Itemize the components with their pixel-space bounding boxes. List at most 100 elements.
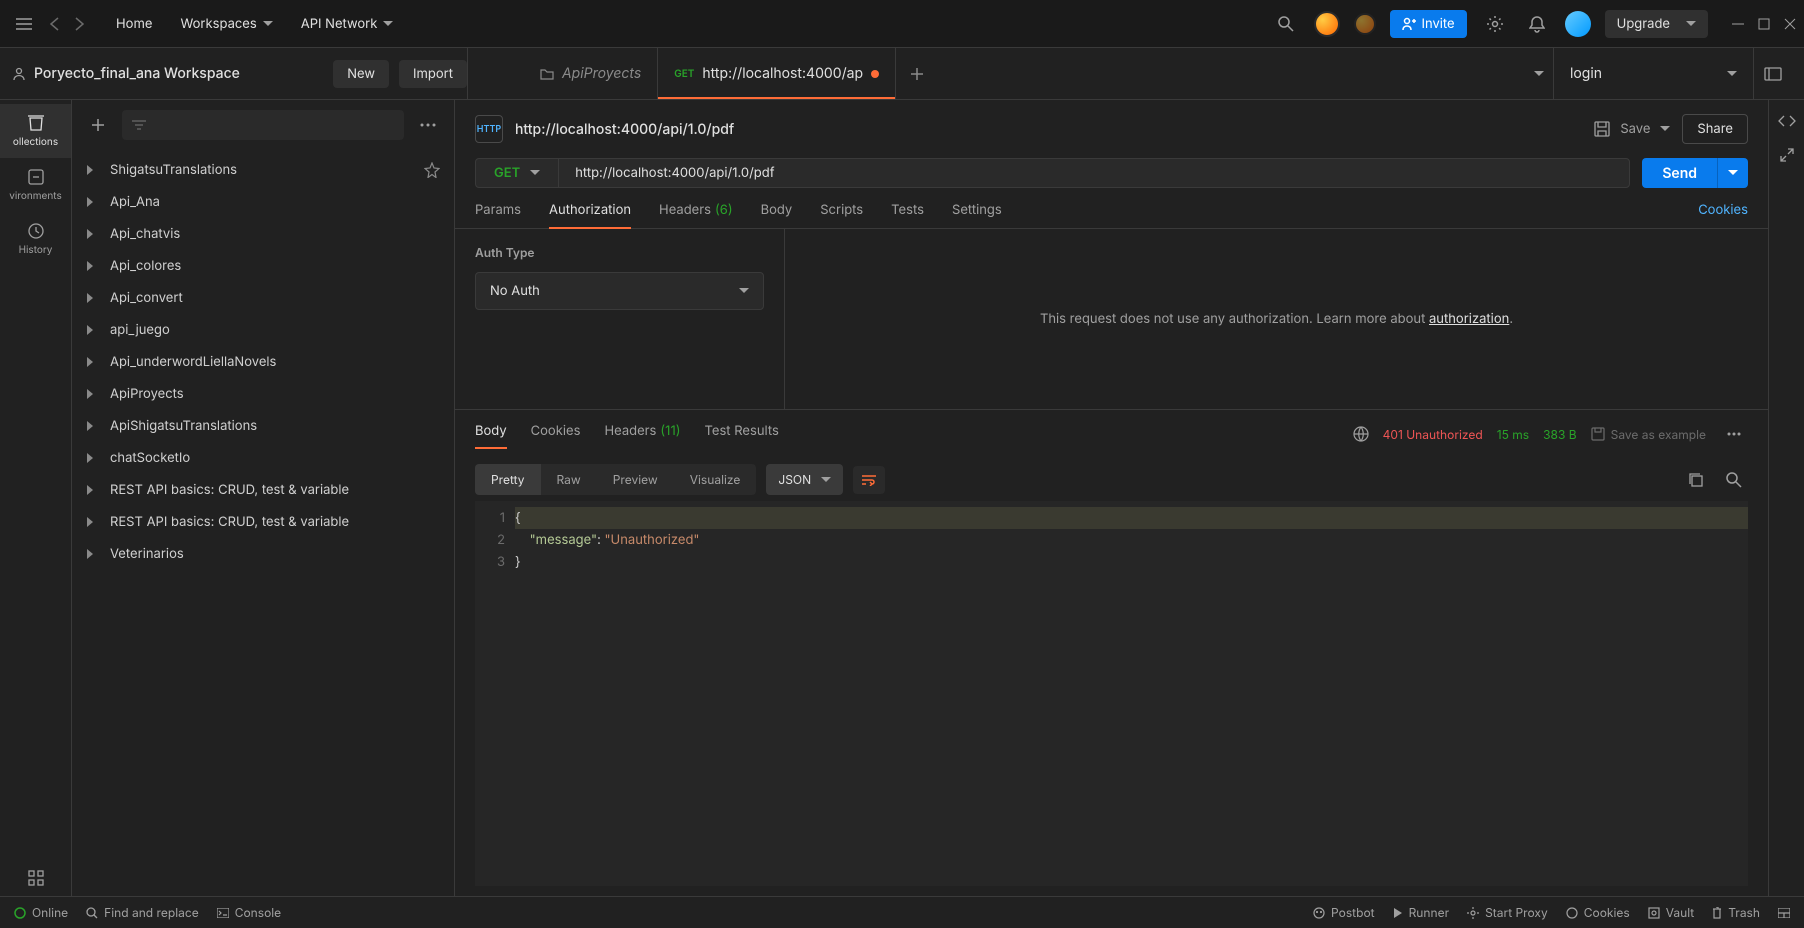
nav-home[interactable]: Home [108, 10, 160, 38]
team-avatar-icon[interactable] [1314, 11, 1340, 37]
sidebar-item-veterinarios[interactable]: Veterinarios [72, 538, 454, 570]
response-body-viewer[interactable]: 123 { "message": "Unauthorized" } [475, 501, 1748, 886]
footer-vault[interactable]: Vault [1648, 905, 1695, 920]
footer-trash[interactable]: Trash [1712, 905, 1760, 920]
resp-tab-cookies[interactable]: Cookies [531, 423, 581, 445]
invite-button[interactable]: Invite [1390, 10, 1467, 38]
nav-api-network[interactable]: API Network [293, 10, 402, 38]
import-button[interactable]: Import [399, 60, 467, 88]
upgrade-button[interactable]: Upgrade [1605, 10, 1708, 38]
auth-learn-link[interactable]: authorization [1429, 311, 1509, 327]
resp-tab-headers[interactable]: Headers(11) [604, 423, 680, 445]
sidebar-item-chatsocket[interactable]: chatSocketIo [72, 442, 454, 474]
add-collection-button[interactable] [84, 111, 112, 139]
maximize-icon[interactable] [1758, 18, 1770, 30]
resp-tab-tests[interactable]: Test Results [704, 423, 778, 445]
add-tab-button[interactable] [896, 67, 938, 81]
menu-icon[interactable] [8, 18, 40, 30]
line-gutter: 123 [475, 501, 515, 886]
forward-arrow-icon[interactable] [72, 17, 88, 31]
tab-apiproyects[interactable]: ApiProyects [524, 48, 658, 99]
view-preview[interactable]: Preview [597, 464, 674, 495]
share-button[interactable]: Share [1682, 114, 1748, 144]
close-icon[interactable] [1784, 18, 1796, 30]
search-response-icon[interactable] [1720, 466, 1748, 494]
view-visualize[interactable]: Visualize [674, 464, 757, 495]
star-icon[interactable] [424, 162, 440, 178]
response-more-icon[interactable] [1720, 420, 1748, 448]
save-example-button[interactable]: Save as example [1591, 427, 1706, 442]
footer-console[interactable]: Console [217, 905, 281, 920]
notification-icon[interactable] [1523, 10, 1551, 38]
unsaved-icon [871, 70, 879, 78]
footer-proxy[interactable]: Start Proxy [1467, 905, 1548, 920]
network-icon[interactable] [1353, 426, 1369, 442]
sidebar-item-label: Api_colores [110, 258, 181, 274]
footer-find[interactable]: Find and replace [86, 905, 199, 920]
sidebar-item-rest-2[interactable]: REST API basics: CRUD, test & variable [72, 506, 454, 538]
cookies-link[interactable]: Cookies [1698, 202, 1748, 228]
req-tab-headers[interactable]: Headers(6) [659, 202, 733, 228]
env-quicklook-icon[interactable] [1764, 67, 1782, 81]
sidebar-item-api-ana[interactable]: Api_Ana [72, 186, 454, 218]
view-raw[interactable]: Raw [541, 464, 597, 495]
footer-postbot[interactable]: Postbot [1313, 905, 1375, 920]
req-tab-params[interactable]: Params [475, 202, 521, 228]
footer-runner[interactable]: Runner [1393, 905, 1450, 920]
filter-input[interactable] [122, 110, 404, 140]
footer-online[interactable]: Online [14, 905, 68, 920]
rail-environments[interactable]: vironments [0, 158, 71, 212]
req-tab-tests[interactable]: Tests [891, 202, 924, 228]
nav-workspaces[interactable]: Workspaces [172, 10, 280, 38]
sidebar-item-api-underword[interactable]: Api_underwordLiellaNovels [72, 346, 454, 378]
more-icon[interactable] [414, 111, 442, 139]
sidebar-item-shigatsu[interactable]: ShigatsuTranslations [72, 154, 454, 186]
copy-icon[interactable] [1682, 466, 1710, 494]
environment-selector[interactable]: login [1553, 48, 1753, 99]
sidebar-item-api-convert[interactable]: Api_convert [72, 282, 454, 314]
sidebar-item-label: Api_chatvis [110, 226, 180, 242]
auth-value: No Auth [490, 283, 540, 299]
send-button[interactable]: Send [1642, 158, 1748, 188]
tab-chevron-icon[interactable] [1525, 60, 1553, 88]
req-tab-body[interactable]: Body [761, 202, 793, 228]
view-pretty[interactable]: Pretty [475, 464, 541, 495]
new-button[interactable]: New [333, 60, 389, 88]
request-title[interactable]: http://localhost:4000/api/1.0/pdf [515, 121, 734, 138]
back-arrow-icon[interactable] [48, 17, 64, 31]
expand-icon[interactable] [1780, 148, 1794, 162]
sidebar-item-label: Api_convert [110, 290, 183, 306]
rail-collections[interactable]: ollections [0, 104, 71, 158]
rail-grid-icon[interactable] [28, 870, 44, 886]
rail-history[interactable]: History [0, 212, 71, 266]
search-icon[interactable] [1272, 10, 1300, 38]
auth-type-selector[interactable]: No Auth [475, 272, 764, 310]
sidebar-item-api-juego[interactable]: api_juego [72, 314, 454, 346]
format-selector[interactable]: JSON [766, 464, 843, 495]
sidebar-item-rest-1[interactable]: REST API basics: CRUD, test & variable [72, 474, 454, 506]
workspace-name[interactable]: Poryecto_final_ana Workspace [34, 65, 240, 82]
sidebar-item-label: Veterinarios [110, 546, 184, 562]
sidebar-item-apishigatsu[interactable]: ApiShigatsuTranslations [72, 410, 454, 442]
resp-tab-body[interactable]: Body [475, 423, 507, 445]
minimize-icon[interactable] [1732, 18, 1744, 30]
sidebar-item-api-colores[interactable]: Api_colores [72, 250, 454, 282]
save-button[interactable]: Save [1594, 121, 1670, 137]
req-tab-scripts[interactable]: Scripts [820, 202, 863, 228]
send-chevron-icon[interactable] [1717, 158, 1748, 188]
req-tab-settings[interactable]: Settings [952, 202, 1002, 228]
sidebar-item-apiproyects[interactable]: ApiProyects [72, 378, 454, 410]
sidebar-item-api-chatvis[interactable]: Api_chatvis [72, 218, 454, 250]
code-line-3: } [515, 554, 521, 570]
settings-icon[interactable] [1481, 10, 1509, 38]
method-selector[interactable]: GET [476, 159, 559, 187]
footer-panels-icon[interactable] [1778, 908, 1790, 918]
auth-info: This request does not use any authorizat… [785, 229, 1768, 409]
footer-cookies[interactable]: Cookies [1566, 905, 1630, 920]
code-icon[interactable] [1778, 114, 1796, 128]
wrap-icon[interactable] [853, 466, 885, 494]
req-tab-auth[interactable]: Authorization [549, 202, 631, 228]
url-input[interactable]: http://localhost:4000/api/1.0/pdf [559, 159, 1629, 187]
user-avatar-icon[interactable] [1565, 11, 1591, 37]
tab-request[interactable]: GET http://localhost:4000/ap [658, 48, 896, 99]
